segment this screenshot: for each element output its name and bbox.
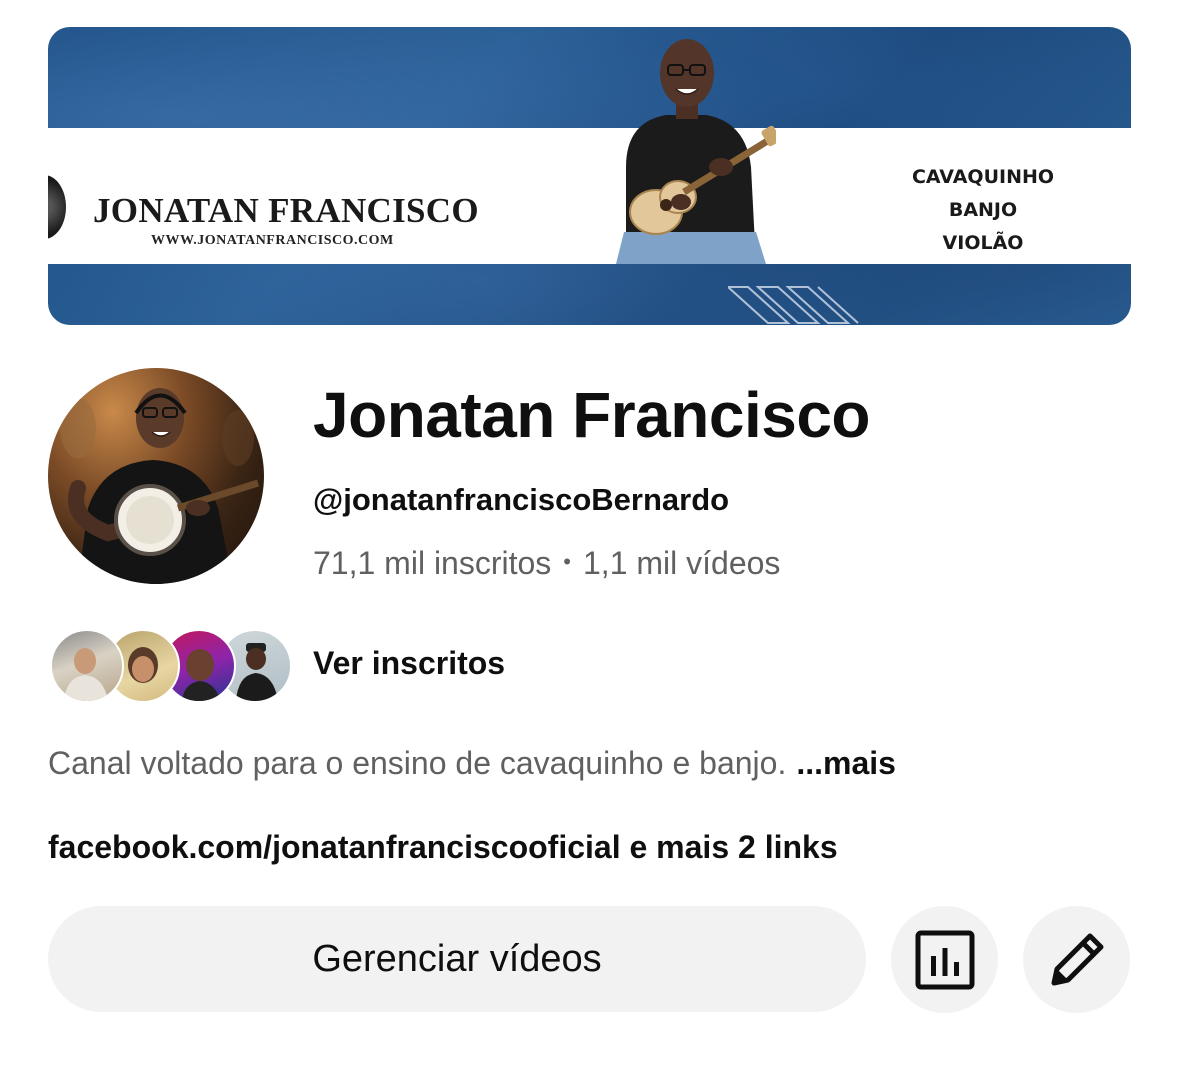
channel-stats: 71,1 mil inscritos • 1,1 mil vídeos: [313, 545, 780, 582]
avatar-photo: [60, 388, 260, 584]
view-subscribers-link[interactable]: Ver inscritos: [313, 645, 505, 682]
edit-button[interactable]: [1023, 906, 1130, 1013]
description-text: Canal voltado para o ensino de cavaquinh…: [48, 745, 787, 781]
banner-url: WWW.JONATANFRANCISCO.COM: [151, 233, 394, 248]
channel-avatar[interactable]: [48, 368, 264, 584]
channel-handle: @jonatanfranciscoBernardo: [313, 482, 730, 517]
channel-description[interactable]: Canal voltado para o ensino de cavaquinh…: [48, 745, 896, 782]
channel-banner: JONATAN FRANCISCO WWW.JONATANFRANCISCO.C…: [48, 27, 1131, 325]
banner-decor-lines: [728, 286, 859, 324]
banner-instruments: CAVAQUINHO BANJO VIOLÃO: [868, 161, 1098, 260]
banner-instrument: CAVAQUINHO: [911, 166, 1055, 188]
banner-person-photo: [616, 39, 776, 264]
subscriber-count: 71,1 mil inscritos: [313, 545, 552, 581]
video-count: 1,1 mil vídeos: [583, 545, 781, 581]
analytics-icon: [915, 930, 974, 989]
subscriber-avatars[interactable]: [50, 629, 292, 703]
banner-instrument: VIOLÃO: [942, 232, 1024, 254]
channel-links[interactable]: facebook.com/jonatanfranciscooficial e m…: [48, 829, 838, 866]
stats-separator: •: [563, 549, 571, 574]
description-more-link[interactable]: ...mais: [796, 745, 896, 781]
banner-instrument: BANJO: [948, 199, 1018, 221]
banner-name: JONATAN FRANCISCO: [93, 191, 479, 230]
channel-name: Jonatan Francisco: [313, 379, 871, 451]
subscriber-avatar: [50, 629, 124, 703]
manage-videos-button[interactable]: Gerenciar vídeos: [48, 906, 866, 1012]
pencil-icon: [1051, 933, 1103, 985]
analytics-button[interactable]: [891, 906, 998, 1013]
